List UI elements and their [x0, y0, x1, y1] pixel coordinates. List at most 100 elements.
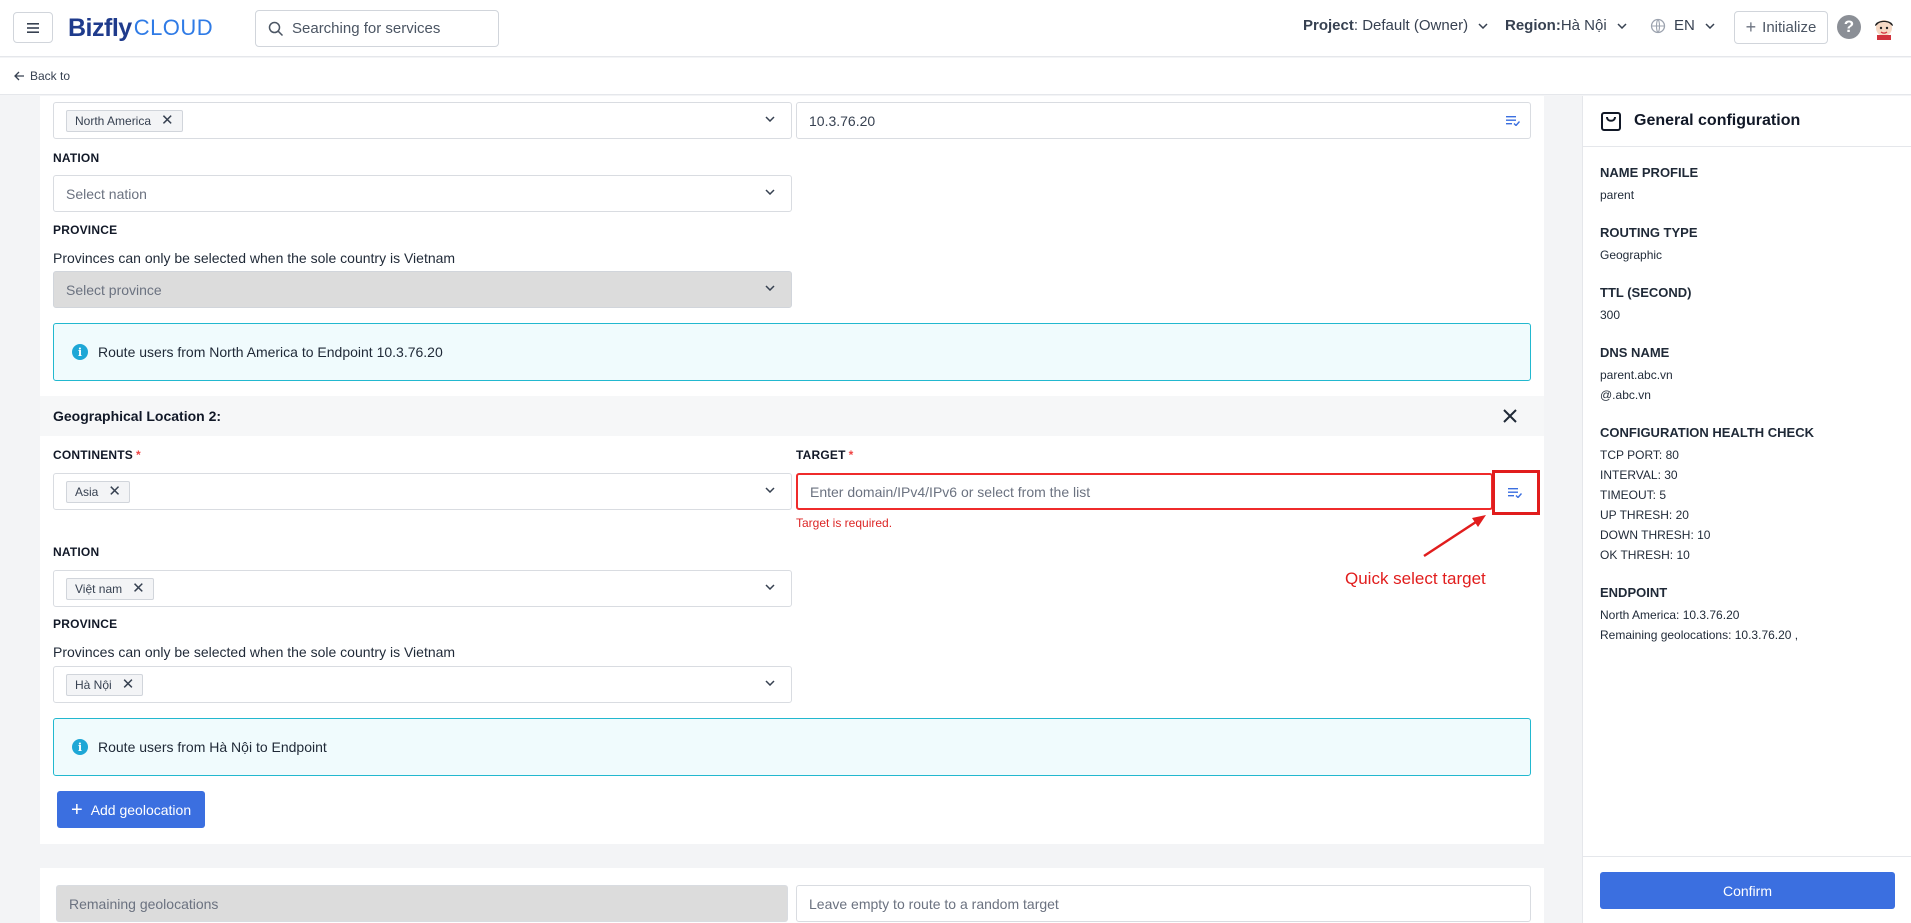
province-help-text: Provinces can only be selected when the …: [53, 250, 456, 266]
ttl-label: TTL (SECOND): [1600, 285, 1692, 300]
chevron-down-icon: [765, 285, 775, 291]
region-selector[interactable]: Region: Hà Nội: [1505, 17, 1627, 34]
close-icon[interactable]: ✕: [122, 677, 135, 692]
menu-button[interactable]: [13, 12, 53, 43]
back-label: Back to: [30, 69, 71, 83]
nation-select-1[interactable]: Select nation: [53, 175, 792, 212]
dns-name-value: parent.abc.vn: [1600, 368, 1673, 382]
province-label: PROVINCE: [53, 617, 118, 631]
shopping-bag-icon: [1601, 112, 1621, 131]
remaining-label: Remaining geolocations: [69, 895, 219, 912]
target-label: TARGET *: [796, 448, 854, 462]
province-label: PROVINCE: [53, 223, 118, 237]
chevron-down-icon: [1705, 22, 1715, 29]
health-check-value: DOWN THRESH: 10: [1600, 528, 1711, 542]
annotation-arrow-icon: [1423, 515, 1486, 558]
divider: [1583, 856, 1911, 857]
health-check-value: OK THRESH: 10: [1600, 548, 1690, 562]
remaining-geolocations-row: Remaining geolocations Leave empty to ro…: [40, 868, 1544, 923]
health-check-label: CONFIGURATION HEALTH CHECK: [1600, 425, 1815, 440]
info-icon: i: [72, 344, 88, 360]
remaining-target-placeholder: Leave empty to route to a random target: [809, 895, 1059, 912]
search-icon: [268, 21, 284, 36]
close-icon[interactable]: ✕: [161, 113, 174, 128]
nation-label: NATION: [53, 151, 100, 165]
name-profile-label: NAME PROFILE: [1600, 165, 1699, 180]
list-select-icon[interactable]: [1508, 486, 1522, 498]
required-mark: *: [848, 448, 854, 462]
remaining-target-input[interactable]: Leave empty to route to a random target: [796, 885, 1531, 922]
nation-placeholder: Select nation: [66, 185, 147, 202]
initialize-button[interactable]: + Initialize: [1734, 11, 1828, 44]
close-icon[interactable]: ✕: [132, 581, 145, 596]
health-check-value: UP THRESH: 20: [1600, 508, 1689, 522]
nation-select-2[interactable]: Việt nam ✕: [53, 570, 792, 607]
endpoint-label: ENDPOINT: [1600, 585, 1668, 600]
chevron-down-icon: [765, 189, 775, 195]
chevron-down-icon: [765, 487, 775, 493]
continents-label: CONTINENTS *: [53, 448, 141, 462]
help-label: ?: [1843, 17, 1855, 36]
continent-tag: Asia ✕: [66, 480, 130, 503]
project-value: : Default (Owner): [1353, 17, 1469, 34]
bizfly-logo[interactable]: Bizfly CLOUD: [68, 11, 213, 45]
user-avatar-icon: [1875, 20, 1893, 40]
route-info-text: Route users from North America to Endpoi…: [98, 344, 443, 360]
general-configuration-panel: General configuration NAME PROFILE paren…: [1582, 96, 1911, 923]
continent-select-2[interactable]: Asia ✕: [53, 473, 792, 510]
continent-select-1[interactable]: North America ✕: [53, 102, 792, 139]
language-selector[interactable]: EN: [1650, 17, 1715, 34]
plus-icon: +: [1745, 17, 1757, 37]
info-icon: i: [72, 739, 88, 755]
target-placeholder: Enter domain/IPv4/IPv6 or select from th…: [810, 483, 1091, 500]
close-icon[interactable]: [1500, 406, 1520, 426]
hamburger-icon: [27, 22, 39, 33]
health-check-value: TCP PORT: 80: [1600, 448, 1679, 462]
chevron-down-icon: [1617, 22, 1627, 29]
route-info-text: Route users from Hà Nội to Endpoint: [98, 739, 327, 755]
language-value: EN: [1674, 17, 1695, 34]
routing-type-label: ROUTING TYPE: [1600, 225, 1698, 240]
target-input-1[interactable]: 10.3.76.20: [796, 102, 1531, 139]
health-check-value: INTERVAL: 30: [1600, 468, 1678, 482]
confirm-button[interactable]: Confirm: [1600, 872, 1895, 909]
route-info-1: i Route users from North America to Endp…: [53, 323, 1531, 381]
health-check-value: TIMEOUT: 5: [1600, 488, 1667, 502]
province-placeholder: Select province: [66, 281, 162, 298]
nation-label: NATION: [53, 545, 100, 559]
avatar[interactable]: [1870, 13, 1898, 41]
back-link[interactable]: Back to: [14, 69, 70, 83]
chevron-down-icon: [1478, 22, 1488, 29]
location-2-header: Geographical Location 2:: [40, 396, 1544, 436]
chevron-down-icon: [765, 680, 775, 686]
tag-label: Việt nam: [75, 581, 123, 596]
add-geolocation-button[interactable]: + Add geolocation: [57, 791, 206, 828]
ttl-value: 300: [1600, 308, 1621, 322]
tag-label: North America: [75, 113, 152, 128]
province-help-text: Provinces can only be selected when the …: [53, 644, 456, 660]
project-selector[interactable]: Project : Default (Owner): [1303, 17, 1488, 34]
endpoint-value: North America: 10.3.76.20: [1600, 608, 1740, 622]
help-icon[interactable]: ?: [1837, 15, 1861, 39]
list-select-icon[interactable]: [1506, 114, 1520, 126]
province-select-2[interactable]: Hà Nội ✕: [53, 666, 792, 703]
quick-select-annotation: Quick select target: [1345, 569, 1486, 588]
close-icon[interactable]: ✕: [108, 484, 121, 499]
region-label: Region:: [1505, 17, 1561, 34]
chevron-down-icon: [765, 584, 775, 590]
divider: [1583, 146, 1911, 147]
target-input-2[interactable]: Enter domain/IPv4/IPv6 or select from th…: [796, 473, 1493, 510]
name-profile-value: parent: [1600, 188, 1635, 202]
target-value: 10.3.76.20: [809, 112, 876, 129]
project-label: Project: [1303, 17, 1354, 34]
province-select-1: Select province: [53, 271, 792, 308]
search-input[interactable]: Searching for services: [255, 10, 499, 47]
initialize-label: Initialize: [1762, 19, 1817, 36]
target-label-text: TARGET: [796, 448, 846, 462]
logo-main-text: Bizfly: [68, 13, 132, 42]
routing-type-value: Geographic: [1600, 248, 1663, 262]
panel-title: General configuration: [1634, 112, 1801, 129]
add-geolocation-label: Add geolocation: [90, 801, 192, 818]
geolocation-form: North America ✕ 10.3.76.20 NATION Select …: [40, 96, 1544, 844]
arrow-left-icon: [14, 71, 24, 81]
